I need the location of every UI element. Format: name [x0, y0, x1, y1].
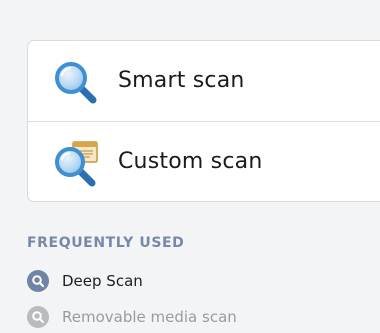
smart-scan-label: Smart scan [118, 68, 245, 93]
smart-scan-button[interactable]: Smart scan [28, 41, 380, 121]
custom-scan-button[interactable]: Custom scan [28, 122, 380, 201]
search-icon [27, 270, 49, 292]
deep-scan-item[interactable]: Deep Scan [27, 269, 143, 293]
scan-options-card: Smart scan Custom scan [27, 40, 380, 202]
search-icon [27, 306, 49, 328]
removable-media-scan-item[interactable]: Removable media scan [27, 305, 237, 329]
magnifier-with-document-icon [55, 141, 98, 187]
deep-scan-label: Deep Scan [62, 272, 143, 290]
magnifier-icon [55, 62, 97, 104]
frequently-used-heading: FREQUENTLY USED [27, 235, 185, 251]
custom-scan-label: Custom scan [118, 149, 263, 174]
removable-media-scan-label: Removable media scan [62, 308, 237, 326]
